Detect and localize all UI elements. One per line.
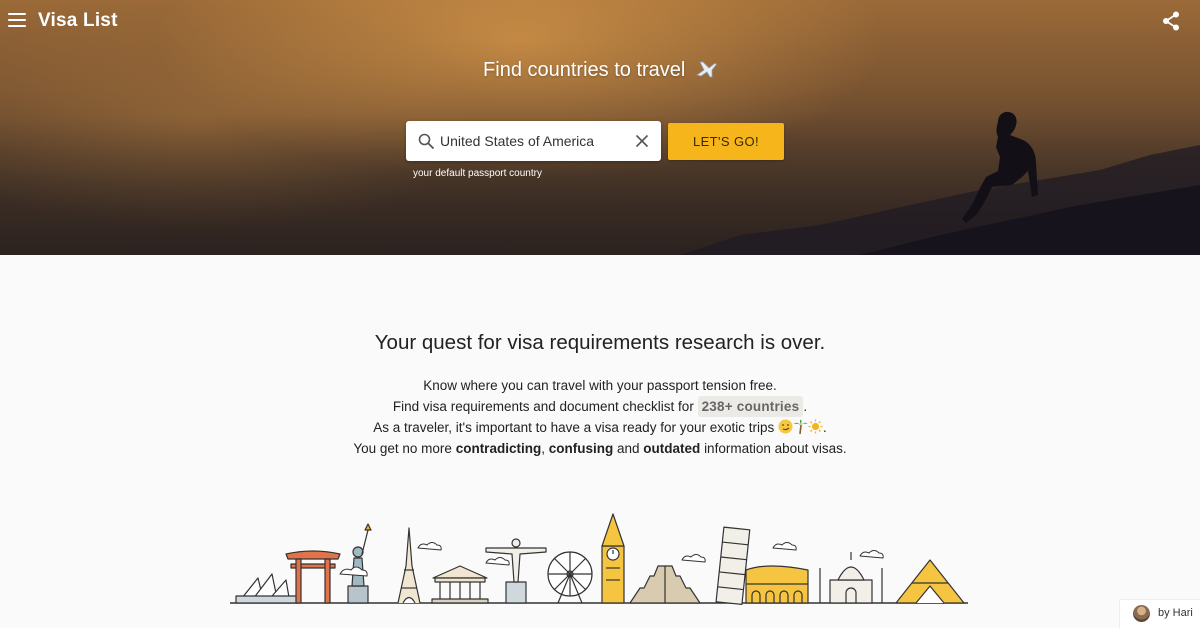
sydney-opera-house-icon [235, 573, 299, 604]
traveler-silhouette-image [680, 111, 1200, 255]
hero-banner: Visa List Find countries to travel Unite… [0, 0, 1200, 255]
author-attribution-badge[interactable]: by Hari [1119, 599, 1200, 628]
palm-tree-icon [793, 419, 808, 434]
intro-text: Know where you can travel with your pass… [0, 375, 1200, 459]
intro-line-1: Know where you can travel with your pass… [423, 378, 777, 393]
bold-word-outdated: outdated [643, 441, 701, 456]
colosseum-icon [745, 565, 809, 604]
search-icon [418, 133, 434, 149]
big-ben-icon [601, 513, 625, 604]
intro-line-2: Find visa requirements and document chec… [0, 396, 1200, 417]
countries-count-badge: 238+ countries [697, 396, 804, 417]
intro-line-3-suffix: . [823, 420, 827, 435]
hero-heading: Find countries to travel [0, 58, 1200, 82]
leaning-tower-of-pisa-icon [715, 526, 751, 606]
intro-line-4: You get no more contradicting, confusing… [0, 438, 1200, 459]
section-heading: Your quest for visa requirements researc… [374, 331, 826, 354]
airplane-icon [696, 61, 717, 78]
intro-line-4-and: and [617, 441, 640, 456]
world-landmarks-illustration [230, 513, 968, 606]
london-eye-icon [547, 551, 593, 604]
passport-country-search [406, 121, 661, 161]
lets-go-button[interactable]: LET'S GO! [668, 123, 784, 160]
intro-line-4-prefix: You get no more [353, 441, 452, 456]
intro-line-2-text: Find visa requirements and document chec… [392, 399, 694, 414]
page: Visa List Find countries to travel Unite… [0, 0, 1200, 628]
app-title[interactable]: Visa List [38, 10, 118, 32]
mayan-pyramid-icon [629, 565, 701, 604]
intro-line-2-suffix: . [803, 399, 808, 414]
eiffel-tower-icon [397, 527, 421, 604]
christ-the-redeemer-icon [485, 538, 547, 604]
search-input[interactable] [440, 121, 625, 161]
search-helper-text: your default passport country [413, 168, 542, 179]
share-icon[interactable] [1162, 11, 1180, 31]
intro-line-3-text: As a traveler, it's important to have a … [373, 420, 775, 435]
pyramid-icon [895, 559, 965, 604]
bold-word-contradicting: contradicting [455, 441, 542, 456]
bold-word-confusing: confusing [548, 441, 614, 456]
smirk-emoji-icon [778, 419, 793, 434]
avatar [1133, 605, 1150, 622]
intro-line-4-comma: , [541, 441, 545, 456]
torii-gate-icon [285, 550, 341, 604]
taj-mahal-icon [819, 552, 883, 604]
parthenon-icon [431, 565, 489, 604]
intro-line-4-suffix: information about visas. [704, 441, 847, 456]
top-app-bar: Visa List [0, 0, 1200, 42]
attribution-text: by Hari [1158, 607, 1193, 619]
hamburger-menu-icon[interactable] [8, 13, 26, 27]
intro-line-3: As a traveler, it's important to have a … [0, 417, 1200, 438]
hero-heading-text: Find countries to travel [483, 59, 686, 81]
statue-of-liberty-icon [347, 523, 372, 604]
sun-icon [808, 419, 823, 434]
close-icon[interactable] [635, 134, 649, 148]
